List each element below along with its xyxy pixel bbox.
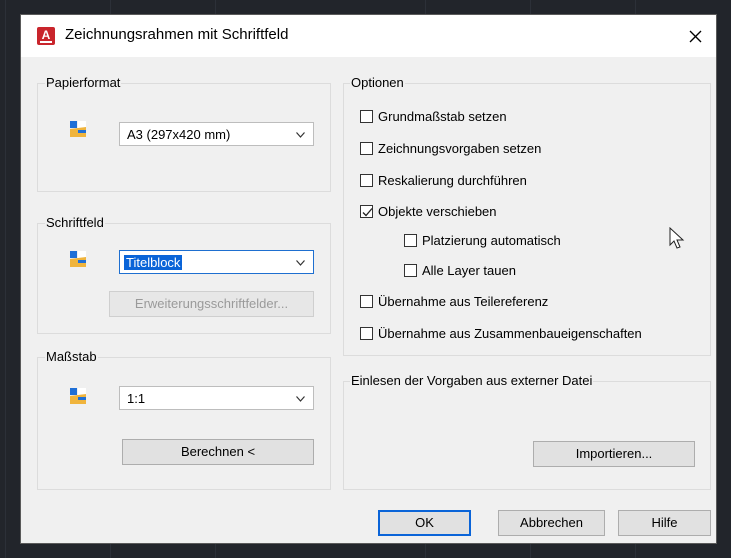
autocad-app-icon: A xyxy=(37,27,55,45)
import-group xyxy=(343,381,711,490)
massstab-group xyxy=(37,357,331,490)
checkbox-label: Reskalierung durchführen xyxy=(378,173,527,188)
close-button[interactable] xyxy=(680,21,710,51)
checkbox-box[interactable] xyxy=(360,110,373,123)
mouse-pointer-icon xyxy=(669,227,685,249)
title-block-icon xyxy=(70,251,86,267)
ok-button[interactable]: OK xyxy=(378,510,471,536)
checkbox-box[interactable] xyxy=(360,295,373,308)
close-icon xyxy=(689,30,702,43)
drawing-frame-icon xyxy=(70,121,86,137)
import-button[interactable]: Importieren... xyxy=(533,441,695,467)
chevron-down-icon xyxy=(296,132,305,138)
extensions-button[interactable]: Erweiterungsschriftfelder... xyxy=(109,291,314,317)
schriftfeld-group xyxy=(37,223,331,334)
checkbox-label: Übernahme aus Teilereferenz xyxy=(378,294,549,309)
checkbox-box[interactable] xyxy=(360,174,373,187)
massstab-label: Maßstab xyxy=(45,349,98,364)
checkmark-icon xyxy=(362,208,373,217)
optionen-label: Optionen xyxy=(350,75,405,90)
papierformat-label: Papierformat xyxy=(45,75,122,90)
schriftfeld-label: Schriftfeld xyxy=(45,215,105,230)
dialog-title: Zeichnungsrahmen mit Schriftfeld xyxy=(65,26,289,43)
checkbox-box[interactable] xyxy=(360,327,373,340)
papierformat-value: A3 (297x420 mm) xyxy=(127,127,231,142)
cancel-button[interactable]: Abbrechen xyxy=(498,510,605,536)
chevron-down-icon xyxy=(296,260,305,266)
checkbox-box[interactable] xyxy=(360,142,373,155)
checkbox-label: Objekte verschieben xyxy=(378,204,497,219)
title-bar[interactable]: A Zeichnungsrahmen mit Schriftfeld xyxy=(21,15,716,57)
workspace-grid-line xyxy=(5,0,6,558)
checkbox-label: Platzierung automatisch xyxy=(422,233,561,248)
massstab-select[interactable]: 1:1 xyxy=(119,386,314,410)
schriftfeld-select[interactable]: Titelblock xyxy=(119,250,314,274)
checkbox-label: Grundmaßstab setzen xyxy=(378,109,507,124)
checkbox-box[interactable] xyxy=(404,234,417,247)
checkbox-label: Übernahme aus Zusammenbaueigenschaften xyxy=(378,326,642,341)
checkbox-box[interactable] xyxy=(360,205,373,218)
checkbox-label: Alle Layer tauen xyxy=(422,263,516,278)
app-icon-letter: A xyxy=(41,28,51,42)
import-group-label: Einlesen der Vorgaben aus externer Datei xyxy=(350,373,594,388)
checkbox-label: Zeichnungsvorgaben setzen xyxy=(378,141,542,156)
checkbox-box[interactable] xyxy=(404,264,417,277)
chevron-down-icon xyxy=(296,396,305,402)
scale-icon xyxy=(70,388,86,404)
massstab-value: 1:1 xyxy=(127,391,146,406)
compute-button[interactable]: Berechnen < xyxy=(122,439,314,465)
dialog-window: A Zeichnungsrahmen mit Schriftfeld Papie… xyxy=(20,14,717,544)
papierformat-select[interactable]: A3 (297x420 mm) xyxy=(119,122,314,146)
help-button[interactable]: Hilfe xyxy=(618,510,711,536)
schriftfeld-value: Titelblock xyxy=(124,255,183,270)
